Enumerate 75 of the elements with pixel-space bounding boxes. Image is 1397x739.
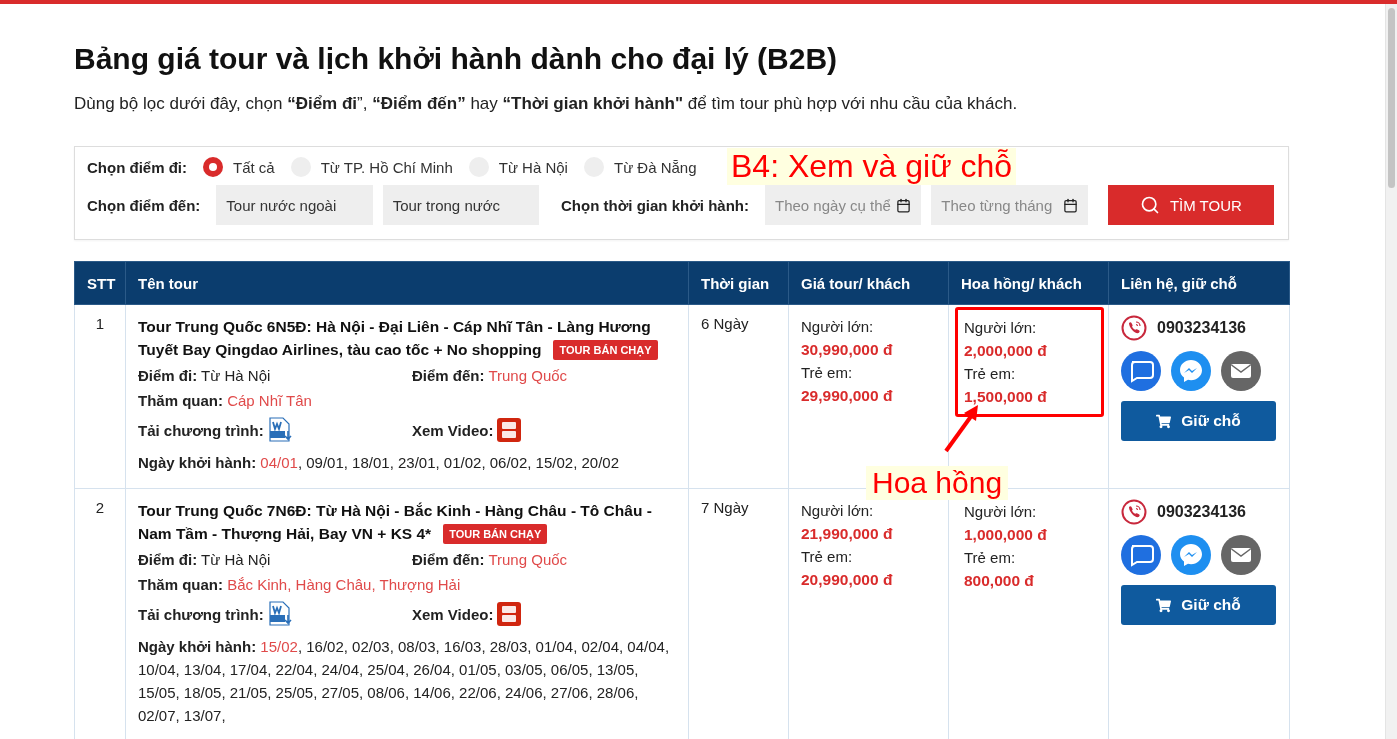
search-button[interactable]: TÌM TOUR <box>1107 185 1274 225</box>
price-value: 30,990,000 đ <box>801 340 894 360</box>
chat-bubble-icon[interactable] <box>1121 535 1161 575</box>
commission-value: 1,500,000 đ <box>964 387 1048 407</box>
reserve-button[interactable]: Giữ chỗ <box>1121 401 1276 441</box>
messenger-icon[interactable] <box>1171 351 1211 391</box>
calendar-icon <box>896 197 912 213</box>
radio-option[interactable]: Từ Hà Nội <box>468 157 568 177</box>
tour-title: Tour Trung Quốc 7N6Đ: Từ Hà Nội - Bắc Kinh - Hàng Châu - Tô Châu - Nam Tầm - Thượng Hải, Bay VN + KS 4* TOUR BÁN CHẠY <box>138 501 653 545</box>
tour-title: Tour Trung Quốc 6N5Đ: Hà Nội - Đại Liên - Cáp Nhĩ Tân - Làng Hương Tuyết Bay Qingdao Airlines, tàu cao tốc + No shopping TOUR BÁN CHẠY <box>138 315 676 361</box>
video-label: Xem Video: <box>412 421 494 439</box>
commission-value: 800,000 đ <box>964 571 1035 591</box>
radio-option[interactable]: Từ Đà Nẵng <box>583 157 697 177</box>
price-value: 29,990,000 đ <box>801 386 894 406</box>
origin-text: Điểm đi: Từ Hà Nội <box>138 367 271 384</box>
chat-bubble-icon[interactable] <box>1121 351 1161 391</box>
destination-text: Điểm đến: Trung Quốc <box>412 367 568 384</box>
filter-label: Chọn thời gian khởi hành: <box>561 196 749 214</box>
sightseeing-text: Thăm quan: Cáp Nhĩ Tân <box>138 392 312 409</box>
calendar-icon <box>1062 197 1078 213</box>
price-label: Người lớn: <box>801 317 875 337</box>
price-value: 21,990,000 đ <box>801 524 894 544</box>
radio-option[interactable]: Tất cả <box>203 157 275 177</box>
annotation-label: Hoa hồng <box>866 466 1009 500</box>
price-value: 20,990,000 đ <box>801 570 894 590</box>
phone-number: 0903234136 <box>1157 503 1246 521</box>
sightseeing-text: Thăm quan: Bắc Kinh, Hàng Châu, Thượng Hải <box>138 576 461 593</box>
bestseller-badge: TOUR BÁN CHẠY <box>443 524 548 544</box>
commission-value: 1,000,000 đ <box>964 525 1048 545</box>
origin-text: Điểm đi: Từ Hà Nội <box>138 551 271 568</box>
commission-label: Người lớn: <box>964 502 1038 522</box>
filter-label: Chọn điểm đi: <box>87 158 187 176</box>
row-number: 1 <box>94 315 106 332</box>
download-label: Tải chương trình: <box>138 421 264 439</box>
column-header: Hoa hồng/ khách <box>948 261 1109 305</box>
intro-text: Dùng bộ lọc dưới đây, chọn “Điểm đi”, “Điểm đến” hay “Thời gian khởi hành" để tìm tour phù hợp với nhu cầu của khách. <box>74 94 1019 114</box>
cart-icon <box>1156 597 1172 613</box>
download-label: Tải chương trình: <box>138 605 264 623</box>
reserve-button[interactable]: Giữ chỗ <box>1121 585 1276 625</box>
phone-number: 0903234136 <box>1157 319 1246 337</box>
mail-icon[interactable] <box>1221 351 1261 391</box>
commission-label: Người lớn: <box>964 318 1038 338</box>
messenger-icon[interactable] <box>1171 535 1211 575</box>
duration-text: 7 Ngày <box>701 499 749 516</box>
mail-icon[interactable] <box>1221 535 1261 575</box>
page-title: Bảng giá tour và lịch khởi hành dành cho đại lý (B2B) <box>74 42 839 76</box>
price-label: Trẻ em: <box>801 363 854 383</box>
video-label: Xem Video: <box>412 605 494 623</box>
filter-label: Chọn điểm đến: <box>87 196 201 214</box>
destination-text: Điểm đến: Trung Quốc <box>412 551 568 568</box>
price-label: Người lớn: <box>801 501 875 521</box>
bestseller-badge: TOUR BÁN CHẠY <box>553 340 658 360</box>
word-doc-icon[interactable] <box>267 601 292 627</box>
phone-icon <box>1121 499 1147 525</box>
destination-select[interactable]: Tour nước ngoài <box>216 185 373 225</box>
word-doc-icon[interactable] <box>267 417 292 443</box>
destination-select[interactable]: Tour trong nước <box>382 185 539 225</box>
radio-option[interactable]: Từ TP. Hồ Chí Minh <box>290 157 453 177</box>
cart-icon <box>1156 413 1172 429</box>
column-header: STT <box>74 261 126 305</box>
duration-text: 6 Ngày <box>701 315 749 332</box>
search-icon <box>1139 195 1160 215</box>
departure-dates: Ngày khởi hành: 15/02, 16/02, 02/03, 08/03, 16/03, 28/03, 01/04, 02/04, 04/04, 10/04, 13/04, 17/04, 22/04, 24/04, 25/04, 26/04, 01/05, 03/05, 06/05, 13/05, 15/05, 18/05, 21/05, 25/05, 27/05, 08/06, 14/06, 22/06, 24/06, 27/06, 28/06, 02/07, 13/07, <box>138 637 671 726</box>
commission-label: Trẻ em: <box>964 548 1017 568</box>
price-label: Trẻ em: <box>801 547 854 567</box>
step-note: B4: Xem và giữ chỗ <box>727 148 1017 185</box>
departure-dates: Ngày khởi hành: 04/01, 09/01, 18/01, 23/01, 01/02, 06/02, 15/02, 20/02 <box>138 453 620 473</box>
column-header: Tên tour <box>125 261 689 305</box>
column-header: Liên hệ, giữ chỗ <box>1108 261 1290 305</box>
column-header: Giá tour/ khách <box>788 261 949 305</box>
column-header: Thời gian <box>688 261 789 305</box>
commission-value: 2,000,000 đ <box>964 341 1048 361</box>
commission-label: Trẻ em: <box>964 364 1017 384</box>
row-number: 2 <box>94 499 106 516</box>
phone-icon <box>1121 315 1147 341</box>
